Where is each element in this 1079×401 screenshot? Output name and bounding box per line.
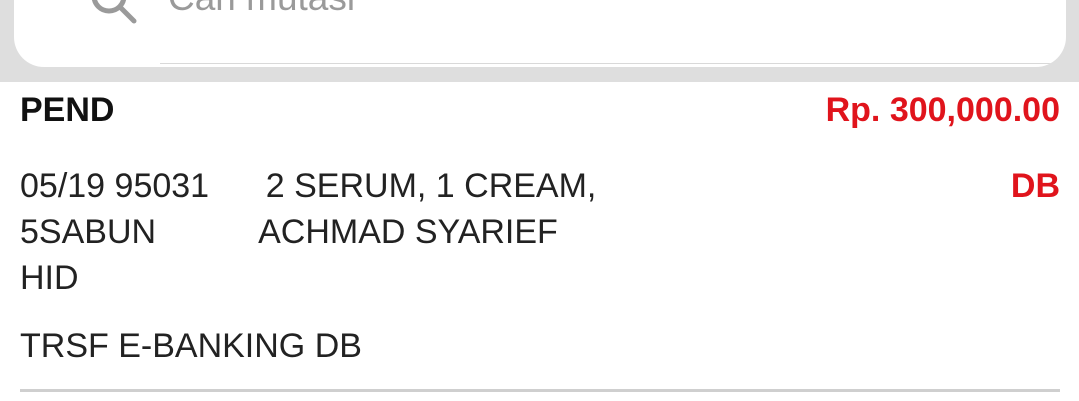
search-box[interactable] xyxy=(14,0,1066,67)
transaction-description-line: 05/19 95031 2 SERUM, 1 CREAM, xyxy=(20,167,597,205)
transaction-status: PEND xyxy=(20,91,115,129)
search-icon[interactable] xyxy=(76,0,146,30)
transaction-amount: Rp. 300,000.00 xyxy=(825,91,1060,129)
search-underline xyxy=(160,63,1066,64)
transaction-description-line: HID xyxy=(20,259,79,297)
divider xyxy=(20,389,1060,392)
transaction-type-badge: DB xyxy=(1010,167,1060,205)
search-section xyxy=(0,0,1079,82)
transaction-item[interactable]: PEND Rp. 300,000.00 DB 05/19 95031 2 SER… xyxy=(0,82,1079,401)
search-input[interactable] xyxy=(168,0,968,20)
transaction-description-line: 5SABUN ACHMAD SYARIEF xyxy=(20,213,558,251)
transaction-channel: TRSF E-BANKING DB xyxy=(20,327,362,365)
